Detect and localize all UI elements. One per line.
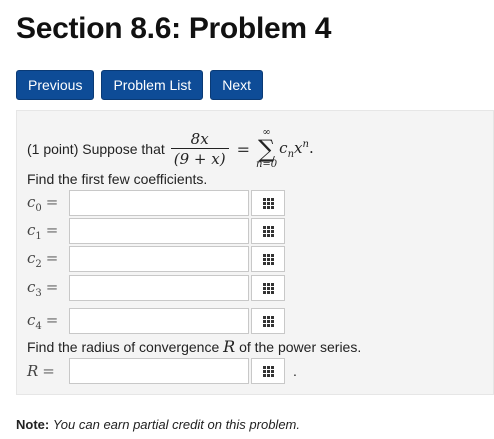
coefficient-row-0: c0 = (27, 189, 285, 217)
math-keyboard-button[interactable] (251, 246, 285, 272)
nav-bar: Previous Problem List Next (16, 70, 264, 100)
coefficient-label: c3 = (27, 277, 59, 299)
coefficient-label: c1 = (27, 220, 59, 242)
equals-sign: = (236, 139, 250, 159)
grid-keyboard-icon (262, 315, 274, 327)
sigma-symbol: ∑ (258, 135, 276, 163)
grid-keyboard-icon (262, 253, 274, 265)
coefficient-row-2: c2 = (27, 245, 285, 273)
find-coefficients-text: Find the first few coefficients. (27, 171, 208, 187)
math-keyboard-button[interactable] (251, 190, 285, 216)
math-keyboard-button[interactable] (251, 308, 285, 334)
c1-input[interactable] (69, 218, 249, 244)
fraction-numerator: 8x (190, 130, 209, 148)
c3-input[interactable] (69, 275, 249, 301)
radius-row: R = . (27, 357, 297, 385)
find-radius-text: Find the radius of convergence R of the … (27, 337, 362, 356)
suppose-text: Suppose that (82, 141, 165, 157)
grid-keyboard-icon (262, 197, 274, 209)
coefficient-row-4: c4 = (27, 307, 285, 335)
summation: ∞ ∑ n=0 (256, 128, 277, 170)
radius-label: R = (27, 362, 55, 380)
sum-lower-limit: n=0 (255, 159, 278, 170)
problem-statement: (1 point) Suppose that 8x (9 + x) = ∞ ∑ … (27, 127, 314, 171)
problem-panel: (1 point) Suppose that 8x (9 + x) = ∞ ∑ … (16, 110, 494, 395)
points-label: (1 point) (27, 141, 79, 157)
radius-input[interactable] (69, 358, 249, 384)
partial-credit-note: Note: You can earn partial credit on thi… (16, 417, 300, 432)
problem-list-button[interactable]: Problem List (101, 70, 204, 100)
series-term: cnxn. (279, 138, 314, 160)
c4-input[interactable] (69, 308, 249, 334)
c2-input[interactable] (69, 246, 249, 272)
grid-keyboard-icon (262, 282, 274, 294)
coefficient-label: c4 = (27, 310, 59, 332)
note-label: Note: (16, 417, 50, 432)
math-keyboard-button[interactable] (251, 358, 285, 384)
note-text: You can earn partial credit on this prob… (52, 417, 300, 432)
grid-keyboard-icon (262, 225, 274, 237)
page-title: Section 8.6: Problem 4 (16, 12, 332, 45)
math-keyboard-button[interactable] (251, 218, 285, 244)
coefficient-row-3: c3 = (27, 274, 285, 302)
next-button[interactable]: Next (210, 70, 264, 100)
radius-period: . (293, 363, 297, 379)
fraction-denominator: (9 + x) (170, 148, 229, 168)
math-keyboard-button[interactable] (251, 275, 285, 301)
coefficient-label: c2 = (27, 248, 59, 270)
previous-button[interactable]: Previous (16, 70, 95, 100)
c0-input[interactable] (69, 190, 249, 216)
coefficient-label: c0 = (27, 192, 59, 214)
grid-keyboard-icon (262, 365, 274, 377)
coefficient-row-1: c1 = (27, 217, 285, 245)
fraction: 8x (9 + x) (170, 130, 229, 168)
